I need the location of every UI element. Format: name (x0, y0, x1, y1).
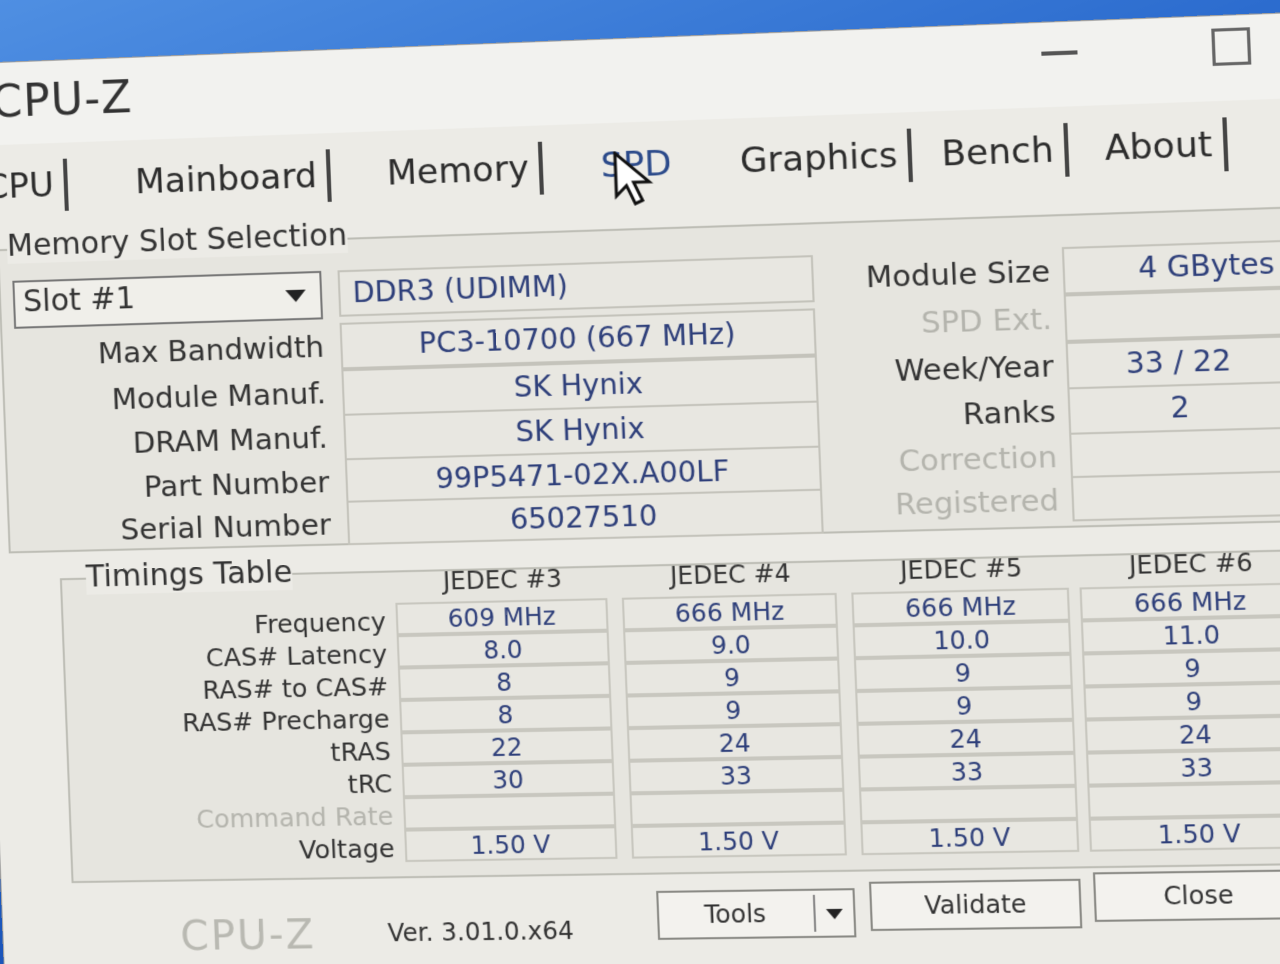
voltage-label: Voltage (80, 834, 395, 868)
tab-memory[interactable]: Memory (376, 142, 545, 201)
ranks-value: 2 (1067, 381, 1280, 435)
timing-cell-frequency: 666 MHz (622, 593, 838, 630)
trc-label: tRC (77, 769, 392, 804)
timing-cell-cas: 9.0 (623, 626, 839, 663)
dropdown-separator (813, 895, 817, 932)
timing-cell-trc: 33 (858, 753, 1077, 790)
timing-cell-cas: 10.0 (853, 621, 1072, 659)
timing-cell-ras-pre: 8 (399, 696, 612, 733)
timing-cell-trc: 30 (402, 761, 615, 797)
timing-cell-voltage: 1.50 V (631, 823, 847, 859)
timing-cell-ras-cas: 8 (398, 663, 611, 700)
chevron-down-icon (826, 909, 843, 919)
timings-column-header: JEDEC #3 (394, 563, 611, 596)
minimize-button[interactable] (1041, 50, 1077, 55)
memory-type-value: DDR3 (UDIMM) (352, 269, 569, 309)
module-size-label: Module Size (828, 254, 1051, 296)
desktop-background: CPU-Z CPU Mainboard Memory SPD Graphics … (0, 0, 1280, 964)
window-title: CPU-Z (0, 72, 133, 128)
timing-cell-command-rate (859, 786, 1078, 823)
ras-precharge-label: RAS# Precharge (75, 704, 390, 739)
module-size-value: 4 GBytes (1062, 240, 1280, 295)
close-button[interactable]: Close (1093, 869, 1280, 922)
tras-label: tRAS (76, 737, 391, 772)
tools-label: Tools (704, 900, 767, 929)
tab-about[interactable]: About (1093, 117, 1228, 175)
slot-select[interactable]: Slot #1 (12, 271, 323, 329)
timing-cell-tras: 24 (1085, 715, 1280, 752)
command-rate-label: Command Rate (79, 801, 394, 835)
tab-graphics[interactable]: Graphics (729, 129, 914, 189)
timing-cell-ras-pre: 9 (626, 691, 842, 728)
ranks-label: Ranks (833, 394, 1056, 435)
timings-column-header: JEDEC #6 (1078, 547, 1280, 581)
timing-cell-tras: 22 (400, 728, 613, 764)
timing-cell-command-rate (629, 790, 845, 826)
tab-cpu[interactable]: CPU (0, 159, 69, 214)
timing-cell-trc: 33 (1086, 749, 1280, 786)
validate-button[interactable]: Validate (869, 879, 1082, 931)
ras-to-cas-label: RAS# to CAS# (74, 672, 389, 708)
timing-cell-cas: 11.0 (1081, 616, 1280, 654)
timing-cell-ras-cas: 9 (624, 659, 840, 696)
tab-mainboard[interactable]: Mainboard (124, 149, 332, 209)
timing-cell-ras-pre: 9 (855, 687, 1074, 724)
timing-cell-ras-cas: 9 (854, 654, 1073, 691)
cpuz-brand-logo: CPU-Z (180, 912, 317, 960)
timing-cell-voltage: 1.50 V (1089, 815, 1280, 852)
chevron-down-icon (285, 290, 306, 303)
registered-label: Registered (837, 483, 1060, 523)
timing-cell-trc: 33 (628, 757, 844, 793)
version-label: Ver. 3.01.0.x64 (387, 917, 574, 948)
timing-cell-frequency: 609 MHz (395, 598, 608, 635)
timing-cell-frequency: 666 MHz (851, 588, 1070, 626)
timing-cell-command-rate (403, 794, 616, 830)
cpuz-window: CPU-Z CPU Mainboard Memory SPD Graphics … (0, 13, 1280, 964)
timing-cell-cas: 8.0 (397, 631, 610, 668)
timings-column-header: JEDEC #5 (850, 552, 1073, 586)
tab-bench[interactable]: Bench (930, 123, 1070, 181)
timing-cell-tras: 24 (856, 720, 1075, 757)
mouse-cursor-icon (613, 150, 657, 208)
registered-value (1071, 470, 1280, 521)
tools-dropdown-button[interactable]: Tools (656, 888, 856, 940)
timings-table-title: Timings Table (85, 555, 293, 595)
timing-cell-command-rate (1087, 782, 1280, 819)
maximize-button[interactable] (1211, 27, 1251, 66)
spd-ext-value (1064, 288, 1280, 342)
timing-cell-tras: 24 (627, 724, 843, 761)
week-year-label: Week/Year (831, 349, 1054, 390)
slot-select-value: Slot #1 (22, 281, 135, 320)
timing-cell-ras-cas: 9 (1082, 649, 1280, 687)
timing-cell-ras-pre: 9 (1083, 682, 1280, 719)
spd-ext-label: SPD Ext. (830, 301, 1053, 343)
timings-column-header: JEDEC #4 (620, 558, 840, 592)
timing-cell-frequency: 666 MHz (1080, 582, 1280, 620)
correction-label: Correction (835, 439, 1058, 480)
timing-cell-voltage: 1.50 V (404, 826, 617, 862)
timing-cell-voltage: 1.50 V (860, 819, 1079, 855)
